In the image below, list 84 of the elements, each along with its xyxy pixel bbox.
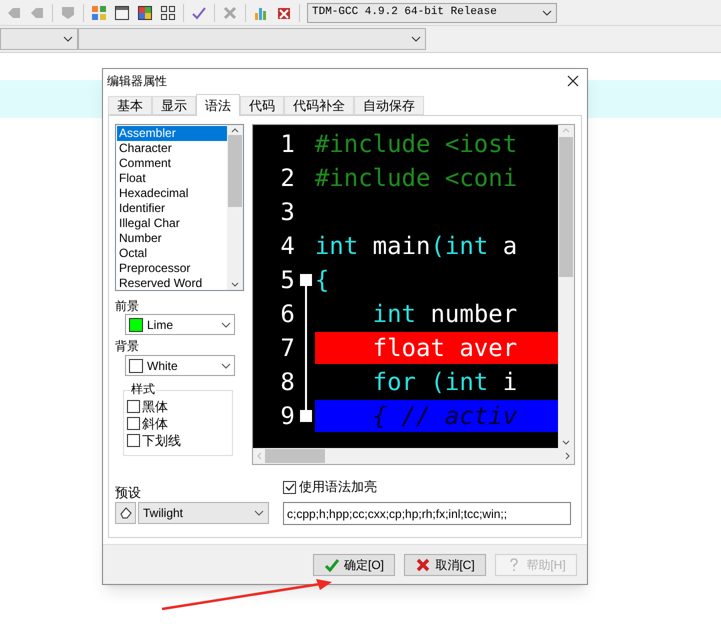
chevron-down-icon (221, 362, 231, 368)
chevron-down-icon (411, 36, 421, 42)
checkbox-label: 黑体 (142, 398, 168, 416)
checkbox[interactable] (283, 480, 296, 494)
scrollbar-thumb[interactable] (264, 449, 325, 463)
color-name: Lime (147, 316, 174, 334)
tab[interactable]: 自动保存 (354, 96, 424, 115)
code-line: { (314, 265, 330, 296)
line-number: 5 (279, 265, 296, 296)
list-item[interactable]: Illegal Char (117, 216, 227, 231)
dialog-title: 编辑器属性 (107, 73, 167, 90)
scrollbar-thumb[interactable] (559, 137, 573, 277)
tab[interactable]: 显示 (152, 96, 196, 115)
checkbox-label: 斜体 (142, 414, 168, 433)
dialog-button[interactable]: 取消[C] (404, 554, 486, 576)
close-icon[interactable] (567, 75, 579, 87)
checkbox-label: 使用语法加亮 (299, 478, 377, 496)
vertical-scrollbar[interactable] (558, 125, 574, 448)
element-list[interactable]: Assembler Character Comment Float Hexadecimal Identifier Illegal Char Number Octal Preprocessor Reserved Word (115, 124, 244, 291)
eraser-icon (118, 506, 132, 520)
preset-name: Twilight (143, 505, 184, 522)
code-line: for (int i (372, 367, 518, 398)
code-line: int main(int a (314, 231, 518, 262)
chevron-down-icon[interactable] (230, 282, 239, 287)
foreground-select[interactable]: Lime (125, 314, 235, 335)
checkbox-label: 下划线 (142, 432, 181, 450)
line-number: 6 (279, 299, 296, 330)
chevron-down-icon[interactable] (562, 440, 570, 445)
line-number: 4 (279, 231, 296, 262)
chevron-up-icon[interactable] (230, 128, 239, 133)
line-number: 9 (279, 401, 296, 432)
checkmark-icon (324, 556, 340, 572)
fold-marker[interactable] (300, 274, 312, 286)
scrollbar[interactable] (226, 125, 243, 290)
window-icon[interactable] (114, 4, 130, 20)
chevron-down-icon (221, 322, 231, 328)
chevron-down-icon (63, 36, 73, 42)
extensions-field[interactable]: c;cpp;h;hpp;cc;cxx;cp;hp;rh;fx;inl;tcc;win;; (283, 502, 571, 525)
foreground-label: 前景 (115, 298, 140, 314)
color-name: White (147, 358, 179, 374)
list-item[interactable]: Octal (117, 246, 227, 261)
compiler-label: TDM-GCC 4.9.2 64-bit Release (312, 5, 497, 20)
tab[interactable]: 基本 (108, 96, 152, 115)
line-number: 8 (279, 367, 296, 398)
checkbox[interactable] (127, 434, 140, 447)
tab[interactable]: 代码补全 (284, 96, 354, 115)
line-number: 2 (279, 163, 296, 194)
list-item[interactable]: Reserved Word (117, 276, 227, 291)
checkbox[interactable] (127, 400, 140, 413)
line-number: 3 (279, 197, 296, 228)
line-number: 7 (279, 333, 296, 364)
list-item[interactable]: Number (117, 231, 227, 246)
background-label: 背景 (115, 338, 140, 355)
code-line: #include <coni (314, 163, 518, 194)
chevron-down-icon (542, 10, 552, 16)
list-item[interactable]: Identifier (117, 201, 227, 216)
code-line: int number (372, 299, 518, 330)
background-select[interactable]: White (125, 355, 235, 376)
list-item[interactable]: Preprocessor (117, 261, 227, 276)
grid-icon[interactable] (160, 4, 176, 20)
checkmark-icon[interactable] (191, 4, 207, 20)
list-item[interactable]: Character (117, 141, 227, 156)
preset-button[interactable] (115, 502, 136, 524)
dialog-button[interactable]: 确定[O] (313, 554, 395, 576)
line-number: 1 (279, 129, 296, 160)
checkbox[interactable] (127, 417, 140, 430)
code-line: #include <iost (314, 129, 518, 160)
preset-select[interactable]: Twilight (138, 502, 269, 524)
chevron-down-icon (254, 510, 264, 516)
fold-marker[interactable] (300, 410, 312, 422)
compiler-select[interactable]: TDM-GCC 4.9.2 64-bit Release (307, 2, 557, 22)
tab[interactable]: 语法 (196, 94, 240, 116)
scrollbar-thumb[interactable] (228, 135, 242, 207)
tab[interactable]: 代码 (240, 96, 284, 115)
chevron-right-icon[interactable] (565, 452, 570, 460)
style-group-title: 样式 (130, 382, 156, 397)
cross-icon (415, 556, 432, 572)
list-item[interactable]: Float (117, 171, 227, 186)
list-item[interactable]: Comment (117, 156, 227, 171)
preset-label: 预设 (115, 484, 142, 502)
tiles-icon[interactable] (137, 4, 153, 20)
list-item[interactable]: Hexadecimal (117, 186, 227, 201)
list-item[interactable]: Assembler (117, 126, 227, 141)
horizontal-scrollbar[interactable] (252, 448, 574, 464)
